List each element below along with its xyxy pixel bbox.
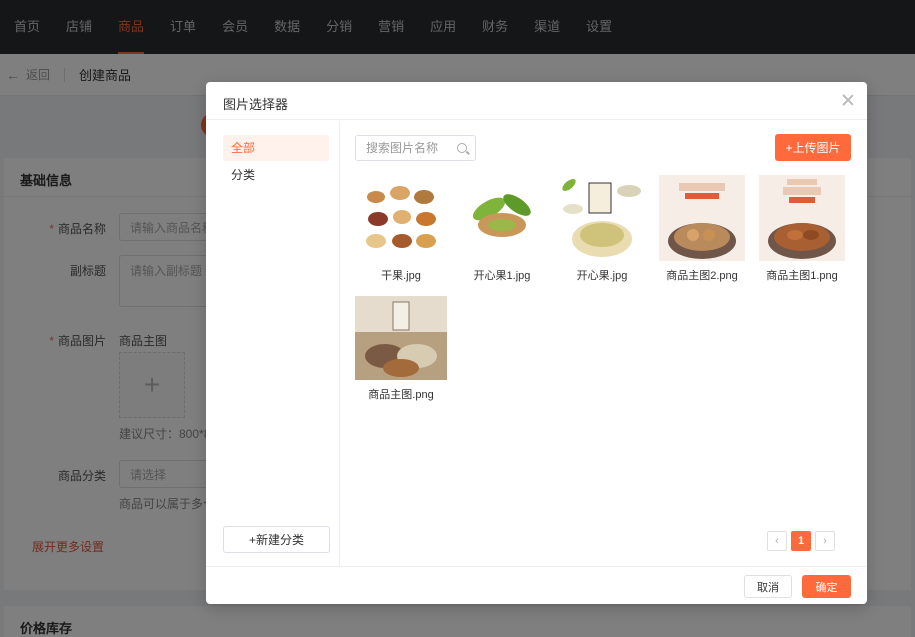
dialog-header: 图片选择器 [206,82,867,120]
pagination: ‹ 1 › [763,531,835,551]
search-input[interactable] [366,137,462,159]
image-name: 干果.jpg [381,270,421,282]
image-name: 商品主图1.png [766,270,838,282]
new-category-button[interactable]: +新建分类 [223,526,330,553]
sidebar-item-category[interactable]: 分类 [223,162,329,188]
chevron-left-icon[interactable]: ‹ [767,531,787,551]
image-thumb[interactable]: 干果.jpg [355,175,447,283]
dialog-body: 全部 分类 +新建分类 +上传图片 [206,121,867,566]
image-preview [559,175,645,261]
chevron-right-icon[interactable]: › [815,531,835,551]
image-preview [459,175,545,261]
dialog-footer: 取消 确定 [206,566,867,604]
close-icon[interactable] [841,93,855,107]
image-thumb[interactable]: 开心果1.jpg [456,175,548,283]
search-icon[interactable] [457,143,467,153]
image-preview [355,296,447,380]
image-thumb[interactable]: 开心果.jpg [556,175,648,283]
image-thumb[interactable]: 商品主图.png [355,296,447,402]
image-thumb[interactable]: 商品主图1.png [756,175,848,283]
cancel-button[interactable]: 取消 [744,575,792,598]
category-sidebar: 全部 分类 +新建分类 [206,121,340,566]
page-number[interactable]: 1 [791,531,811,551]
image-preview [759,175,845,261]
sidebar-item-all[interactable]: 全部 [223,135,329,161]
image-picker-dialog: 图片选择器 全部 分类 +新建分类 +上传图片 [206,82,867,604]
confirm-button[interactable]: 确定 [802,575,851,598]
image-preview [659,175,745,261]
image-name: 开心果.jpg [576,270,628,282]
upload-image-button[interactable]: +上传图片 [775,134,851,161]
image-name: 开心果1.jpg [473,270,531,282]
search-box [355,135,476,161]
image-preview [358,175,444,261]
image-name: 商品主图.png [368,389,434,401]
dialog-title: 图片选择器 [223,97,289,112]
image-name: 商品主图2.png [666,270,738,282]
image-thumb[interactable]: 商品主图2.png [656,175,748,283]
